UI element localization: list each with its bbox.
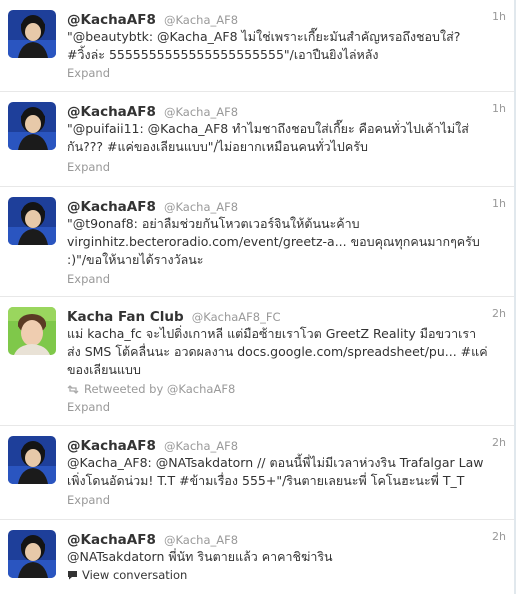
display-name[interactable]: @KachaAF8 xyxy=(67,438,156,454)
tweet-header: @KachaAF8 @Kacha_AF8 1h xyxy=(67,9,506,28)
username[interactable]: @Kacha_AF8 xyxy=(164,533,238,547)
tweet-item[interactable]: @KachaAF8 @Kacha_AF8 1h "@beautybtk: @Ka… xyxy=(0,0,516,92)
expand-link[interactable]: Expand xyxy=(67,66,110,80)
tweet-header: @KachaAF8 @Kacha_AF8 2h xyxy=(67,435,506,454)
tweet-text-line: "@beautybtk: @Kacha_AF8 ไม่ใช่เพราะเกี๊ย… xyxy=(67,29,461,44)
tweet-text-line: #วิ้งล่ะ 5555555555555555555555"/เอาปืนย… xyxy=(67,47,379,62)
retweet-context: Retweeted by @KachaAF8 xyxy=(67,382,235,396)
timestamp[interactable]: 2h xyxy=(492,530,506,543)
view-conversation-link[interactable]: View conversation xyxy=(67,568,187,582)
avatar[interactable] xyxy=(8,530,56,578)
speech-bubble-icon xyxy=(68,571,77,580)
tweet-header: @KachaAF8 @Kacha_AF8 1h xyxy=(67,196,506,215)
retweeted-by-label[interactable]: Retweeted by @KachaAF8 xyxy=(84,382,235,396)
tweet-item[interactable]: @KachaAF8 @Kacha_AF8 1h "@puifaii11: @Ka… xyxy=(0,92,516,187)
timestamp[interactable]: 2h xyxy=(492,436,506,449)
expand-link[interactable]: Expand xyxy=(67,493,110,507)
timestamp[interactable]: 1h xyxy=(492,102,506,115)
tweet-item[interactable]: @KachaAF8 @Kacha_AF8 2h @NATsakdatorn พี… xyxy=(0,520,516,594)
avatar[interactable] xyxy=(8,307,56,355)
username[interactable]: @KachaAF8_FC xyxy=(192,310,281,324)
timestamp[interactable]: 1h xyxy=(492,10,506,23)
tweet-text: "@puifaii11: @Kacha_AF8 ทำไมชาถึงชอบใส่เ… xyxy=(67,120,504,156)
avatar[interactable] xyxy=(8,197,56,245)
tweet-text-line: @Kacha_AF8: @NATsakdatorn // ตอนนี้พี่ไม… xyxy=(67,455,484,470)
tweet-item[interactable]: @KachaAF8 @Kacha_AF8 2h @Kacha_AF8: @NAT… xyxy=(0,426,516,520)
expand-link[interactable]: Expand xyxy=(67,400,110,414)
tweet-text: แม่ kacha_fc จะไปติ่งเกาหลี แต่มือซ้ายเร… xyxy=(67,325,504,379)
username[interactable]: @Kacha_AF8 xyxy=(164,13,238,27)
tweet-text: @NATsakdatorn พี่นัท รินตายแล้ว คาคาชิฆ่… xyxy=(67,548,504,566)
avatar[interactable] xyxy=(8,102,56,150)
tweet-text-line: @NATsakdatorn พี่นัท รินตายแล้ว คาคาชิฆ่… xyxy=(67,549,333,564)
avatar[interactable] xyxy=(8,436,56,484)
expand-link[interactable]: Expand xyxy=(67,272,110,286)
username[interactable]: @Kacha_AF8 xyxy=(164,439,238,453)
tweet-header: @KachaAF8 @Kacha_AF8 2h xyxy=(67,529,506,548)
tweet-text-line: virginhitz.becteroradio.com/event/greetz… xyxy=(67,234,480,249)
display-name[interactable]: @KachaAF8 xyxy=(67,532,156,548)
tweet-text: @Kacha_AF8: @NATsakdatorn // ตอนนี้พี่ไม… xyxy=(67,454,504,490)
display-name[interactable]: Kacha Fan Club xyxy=(67,309,184,325)
tweet-header: @KachaAF8 @Kacha_AF8 1h xyxy=(67,101,506,120)
view-conversation-label[interactable]: View conversation xyxy=(82,568,187,582)
tweet-text-line: ส่ง SMS โต้คลื่นนะ อวดผลงาน docs.google.… xyxy=(67,344,488,359)
tweet-text-line: "@puifaii11: @Kacha_AF8 ทำไมชาถึงชอบใส่เ… xyxy=(67,121,469,136)
timestamp[interactable]: 2h xyxy=(492,307,506,320)
tweet-text: "@t9onaf8: อย่าลืมช่วยกันโหวตเวอร์จินให้… xyxy=(67,215,504,269)
tweet-text: "@beautybtk: @Kacha_AF8 ไม่ใช่เพราะเกี๊ย… xyxy=(67,28,504,64)
display-name[interactable]: @KachaAF8 xyxy=(67,199,156,215)
tweet-text-line: กัน??? #แค่ของเลียนแบบ"/ไม่อยากเหมือนคนท… xyxy=(67,139,368,154)
display-name[interactable]: @KachaAF8 xyxy=(67,104,156,120)
tweet-text-line: เพิ่งโดนอัดน่วม! T.T #ข้ามเรื่อง 555+"/ร… xyxy=(67,473,465,488)
tweet-text-line: แม่ kacha_fc จะไปติ่งเกาหลี แต่มือซ้ายเร… xyxy=(67,326,477,341)
tweet-header: Kacha Fan Club @KachaAF8_FC 2h xyxy=(67,306,506,325)
retweet-icon xyxy=(67,384,79,394)
display-name[interactable]: @KachaAF8 xyxy=(67,12,156,28)
tweet-item[interactable]: Kacha Fan Club @KachaAF8_FC 2h แม่ kacha… xyxy=(0,297,516,426)
tweet-item[interactable]: @KachaAF8 @Kacha_AF8 1h "@t9onaf8: อย่าล… xyxy=(0,187,516,297)
tweet-text-line: "@t9onaf8: อย่าลืมช่วยกันโหวตเวอร์จินให้… xyxy=(67,216,360,231)
tweet-text-line: :)"/ขอให้นายได้รางวัลนะ xyxy=(67,252,204,267)
username[interactable]: @Kacha_AF8 xyxy=(164,105,238,119)
expand-link[interactable]: Expand xyxy=(67,160,110,174)
tweet-timeline: @KachaAF8 @Kacha_AF8 1h "@beautybtk: @Ka… xyxy=(0,0,516,594)
tweet-text-line: ของเลียนแบบ xyxy=(67,362,141,377)
timestamp[interactable]: 1h xyxy=(492,197,506,210)
avatar[interactable] xyxy=(8,10,56,58)
username[interactable]: @Kacha_AF8 xyxy=(164,200,238,214)
